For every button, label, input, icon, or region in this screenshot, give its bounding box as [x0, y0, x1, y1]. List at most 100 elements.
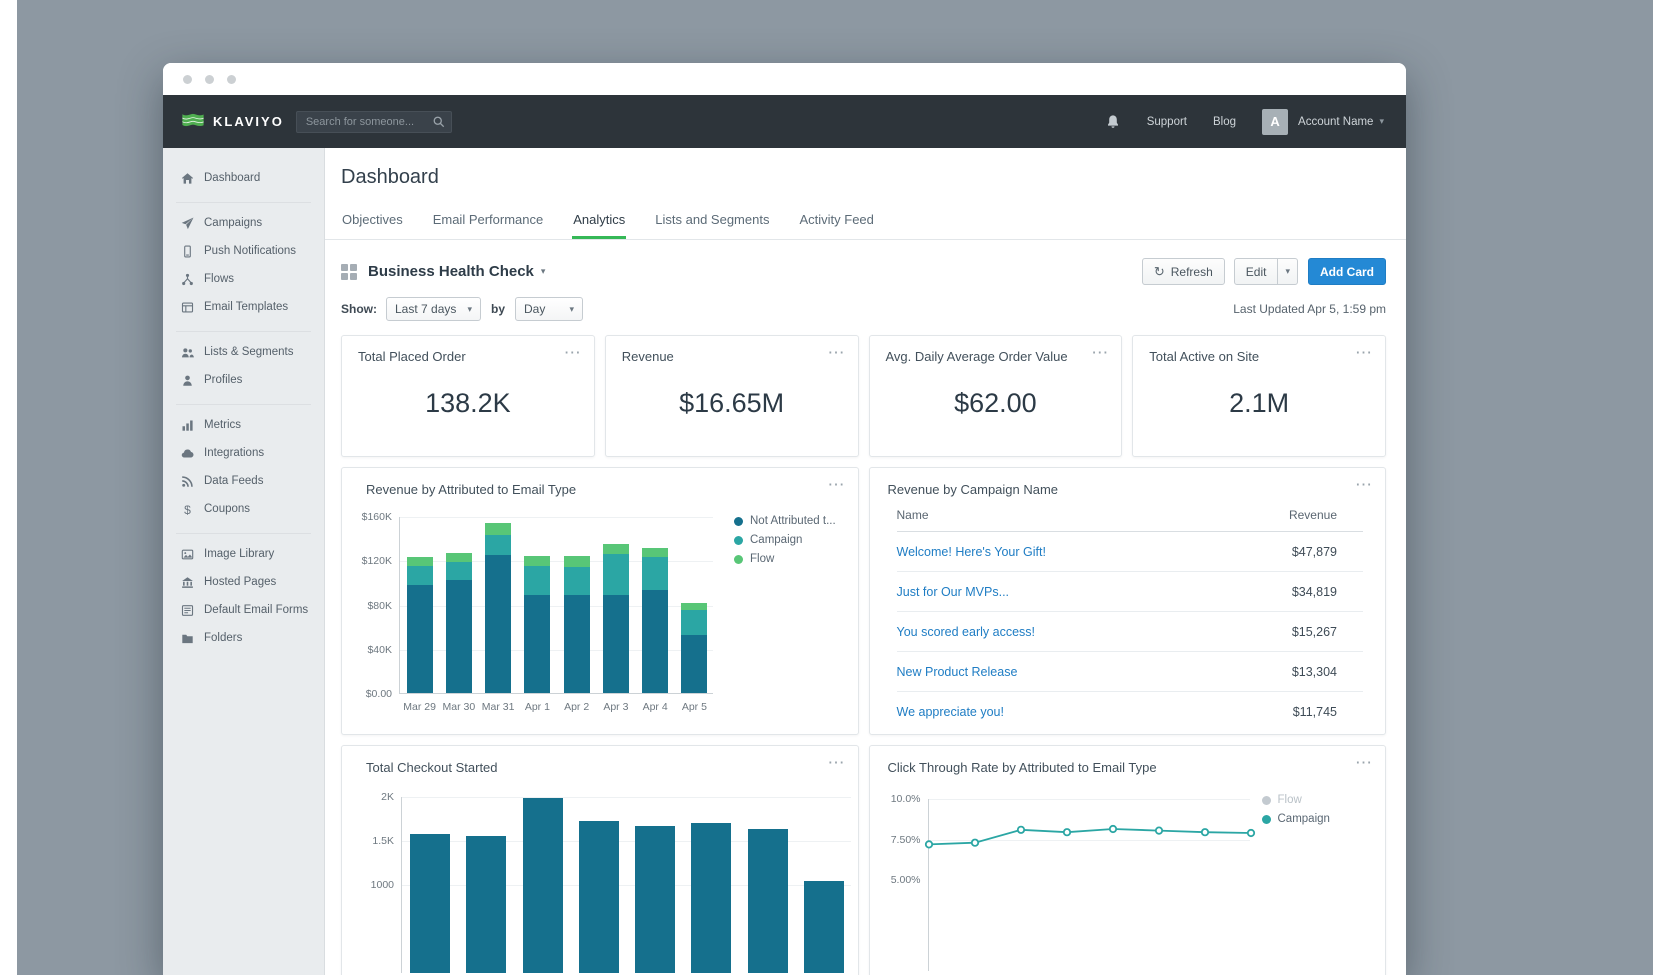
- search-input[interactable]: [296, 111, 452, 133]
- sidebar-item-coupons[interactable]: $Coupons: [176, 495, 311, 523]
- tab-email-performance[interactable]: Email Performance: [432, 203, 545, 239]
- tab-activity-feed[interactable]: Activity Feed: [798, 203, 874, 239]
- nav-link-blog[interactable]: Blog: [1213, 116, 1236, 128]
- bar-total-checkout-started[interactable]: [410, 834, 450, 973]
- sidebar-item-campaigns[interactable]: Campaigns: [176, 209, 311, 237]
- traffic-light-dot[interactable]: [227, 75, 236, 84]
- campaign-link[interactable]: You scored early access!: [897, 625, 1036, 639]
- board-name: Business Health Check: [368, 263, 534, 280]
- campaign-link[interactable]: New Product Release: [897, 665, 1018, 679]
- bar-total-checkout-started[interactable]: [691, 823, 731, 973]
- tab-lists-and-segments[interactable]: Lists and Segments: [654, 203, 770, 239]
- bar-campaign[interactable]: [564, 567, 590, 595]
- bar-total-checkout-started[interactable]: [579, 821, 619, 973]
- window-titlebar: [163, 63, 1406, 95]
- bar-flow[interactable]: [524, 556, 550, 566]
- card-menu-button[interactable]: ⋯: [1355, 344, 1372, 361]
- sidebar-item-push-notifications[interactable]: Push Notifications: [176, 237, 311, 265]
- sidebar-item-profiles[interactable]: Profiles: [176, 366, 311, 394]
- bar-campaign[interactable]: [642, 557, 668, 590]
- bar-not-attributed-t[interactable]: [524, 595, 550, 693]
- bar-total-checkout-started[interactable]: [466, 836, 506, 973]
- bar-total-checkout-started[interactable]: [804, 881, 844, 973]
- bar-flow[interactable]: [642, 548, 668, 557]
- legend-item-flow[interactable]: Flow: [1262, 794, 1330, 806]
- card-menu-button[interactable]: ⋯: [828, 754, 845, 771]
- bar-flow[interactable]: [681, 603, 707, 610]
- legend-item-not-attributed-t[interactable]: Not Attributed t...: [734, 515, 836, 527]
- sidebar-item-folders[interactable]: Folders: [176, 624, 311, 652]
- traffic-light-dot[interactable]: [183, 75, 192, 84]
- bar-campaign[interactable]: [485, 535, 511, 555]
- stat-cards-row: Total Placed Order⋯138.2KRevenue⋯$16.65M…: [341, 335, 1386, 457]
- stat-card-total-placed-order: Total Placed Order⋯138.2K: [341, 335, 595, 457]
- bar-campaign[interactable]: [407, 566, 433, 585]
- bar-flow[interactable]: [407, 557, 433, 566]
- bar-total-checkout-started[interactable]: [523, 798, 563, 973]
- bar-flow[interactable]: [446, 553, 472, 563]
- edit-dropdown-button[interactable]: ▾: [1277, 258, 1298, 285]
- stat-card-avg-daily-average-order-value: Avg. Daily Average Order Value⋯$62.00: [869, 335, 1123, 457]
- bar-not-attributed-t[interactable]: [564, 595, 590, 693]
- sidebar-item-flows[interactable]: Flows: [176, 265, 311, 293]
- refresh-button[interactable]: ↻ Refresh: [1142, 258, 1225, 285]
- sidebar-item-image-library[interactable]: Image Library: [176, 540, 311, 568]
- avatar[interactable]: A: [1262, 109, 1288, 135]
- date-range-select[interactable]: Last 7 days ▾: [386, 297, 481, 321]
- add-card-button[interactable]: Add Card: [1308, 258, 1386, 285]
- y-axis-label: $40K: [367, 644, 392, 656]
- edit-button[interactable]: Edit: [1234, 258, 1279, 285]
- legend-item-campaign[interactable]: Campaign: [1262, 813, 1330, 825]
- search-icon: [432, 115, 445, 128]
- sidebar-item-metrics[interactable]: Metrics: [176, 411, 311, 439]
- bar-not-attributed-t[interactable]: [446, 580, 472, 693]
- bar-flow[interactable]: [564, 556, 590, 567]
- nav-link-support[interactable]: Support: [1147, 116, 1187, 128]
- bar-total-checkout-started[interactable]: [748, 829, 788, 973]
- traffic-light-dot[interactable]: [205, 75, 214, 84]
- bar-not-attributed-t[interactable]: [642, 590, 668, 693]
- card-menu-button[interactable]: ⋯: [828, 344, 845, 361]
- bar-campaign[interactable]: [603, 554, 629, 595]
- campaign-link[interactable]: We appreciate you!: [897, 705, 1004, 719]
- bar-campaign[interactable]: [446, 562, 472, 580]
- bar-flow[interactable]: [603, 544, 629, 554]
- tab-analytics[interactable]: Analytics: [572, 203, 626, 239]
- klaviyo-logo[interactable]: KLAVIYO: [181, 113, 284, 130]
- revenue-by-email-type-card: Revenue by Attributed to Email Type ⋯ $1…: [341, 467, 859, 735]
- card-menu-button[interactable]: ⋯: [828, 476, 845, 493]
- card-menu-button[interactable]: ⋯: [1355, 476, 1372, 493]
- card-menu-button[interactable]: ⋯: [1355, 754, 1372, 771]
- bar-flow[interactable]: [485, 523, 511, 535]
- sidebar-item-dashboard[interactable]: Dashboard: [176, 164, 311, 192]
- card-menu-button[interactable]: ⋯: [1091, 344, 1108, 361]
- legend-item-campaign[interactable]: Campaign: [734, 534, 836, 546]
- campaign-link[interactable]: Just for Our MVPs...: [897, 585, 1010, 599]
- granularity-select[interactable]: Day ▾: [515, 297, 583, 321]
- bar-not-attributed-t[interactable]: [407, 585, 433, 693]
- sidebar-item-hosted-pages[interactable]: Hosted Pages: [176, 568, 311, 596]
- topnav-right: Support Blog A Account Name ▾: [1105, 109, 1384, 135]
- bell-icon[interactable]: [1105, 114, 1121, 130]
- bar-total-checkout-started[interactable]: [635, 826, 675, 973]
- sidebar-item-email-templates[interactable]: Email Templates: [176, 293, 311, 321]
- sidebar-item-label: Metrics: [204, 419, 241, 431]
- bar-not-attributed-t[interactable]: [485, 555, 511, 693]
- card-menu-button[interactable]: ⋯: [564, 344, 581, 361]
- bar-campaign[interactable]: [524, 566, 550, 595]
- last-updated: Last Updated Apr 5, 1:59 pm: [1233, 302, 1386, 316]
- table-header: Name Revenue: [897, 508, 1364, 532]
- campaign-link[interactable]: Welcome! Here's Your Gift!: [897, 545, 1046, 559]
- bar-not-attributed-t[interactable]: [681, 635, 707, 693]
- sidebar-item-data-feeds[interactable]: Data Feeds: [176, 467, 311, 495]
- bar-campaign[interactable]: [681, 610, 707, 635]
- sidebar-item-lists-segments[interactable]: Lists & Segments: [176, 338, 311, 366]
- dashboard-board-selector[interactable]: Business Health Check ▾: [341, 263, 545, 280]
- bar-not-attributed-t[interactable]: [603, 595, 629, 693]
- tab-objectives[interactable]: Objectives: [341, 203, 404, 239]
- account-name[interactable]: Account Name: [1298, 116, 1373, 128]
- sidebar-item-default-email-forms[interactable]: Default Email Forms: [176, 596, 311, 624]
- legend-item-flow[interactable]: Flow: [734, 553, 836, 565]
- browser-window: KLAVIYO Support Blog A Account Name ▾ Da…: [163, 63, 1406, 975]
- sidebar-item-integrations[interactable]: Integrations: [176, 439, 311, 467]
